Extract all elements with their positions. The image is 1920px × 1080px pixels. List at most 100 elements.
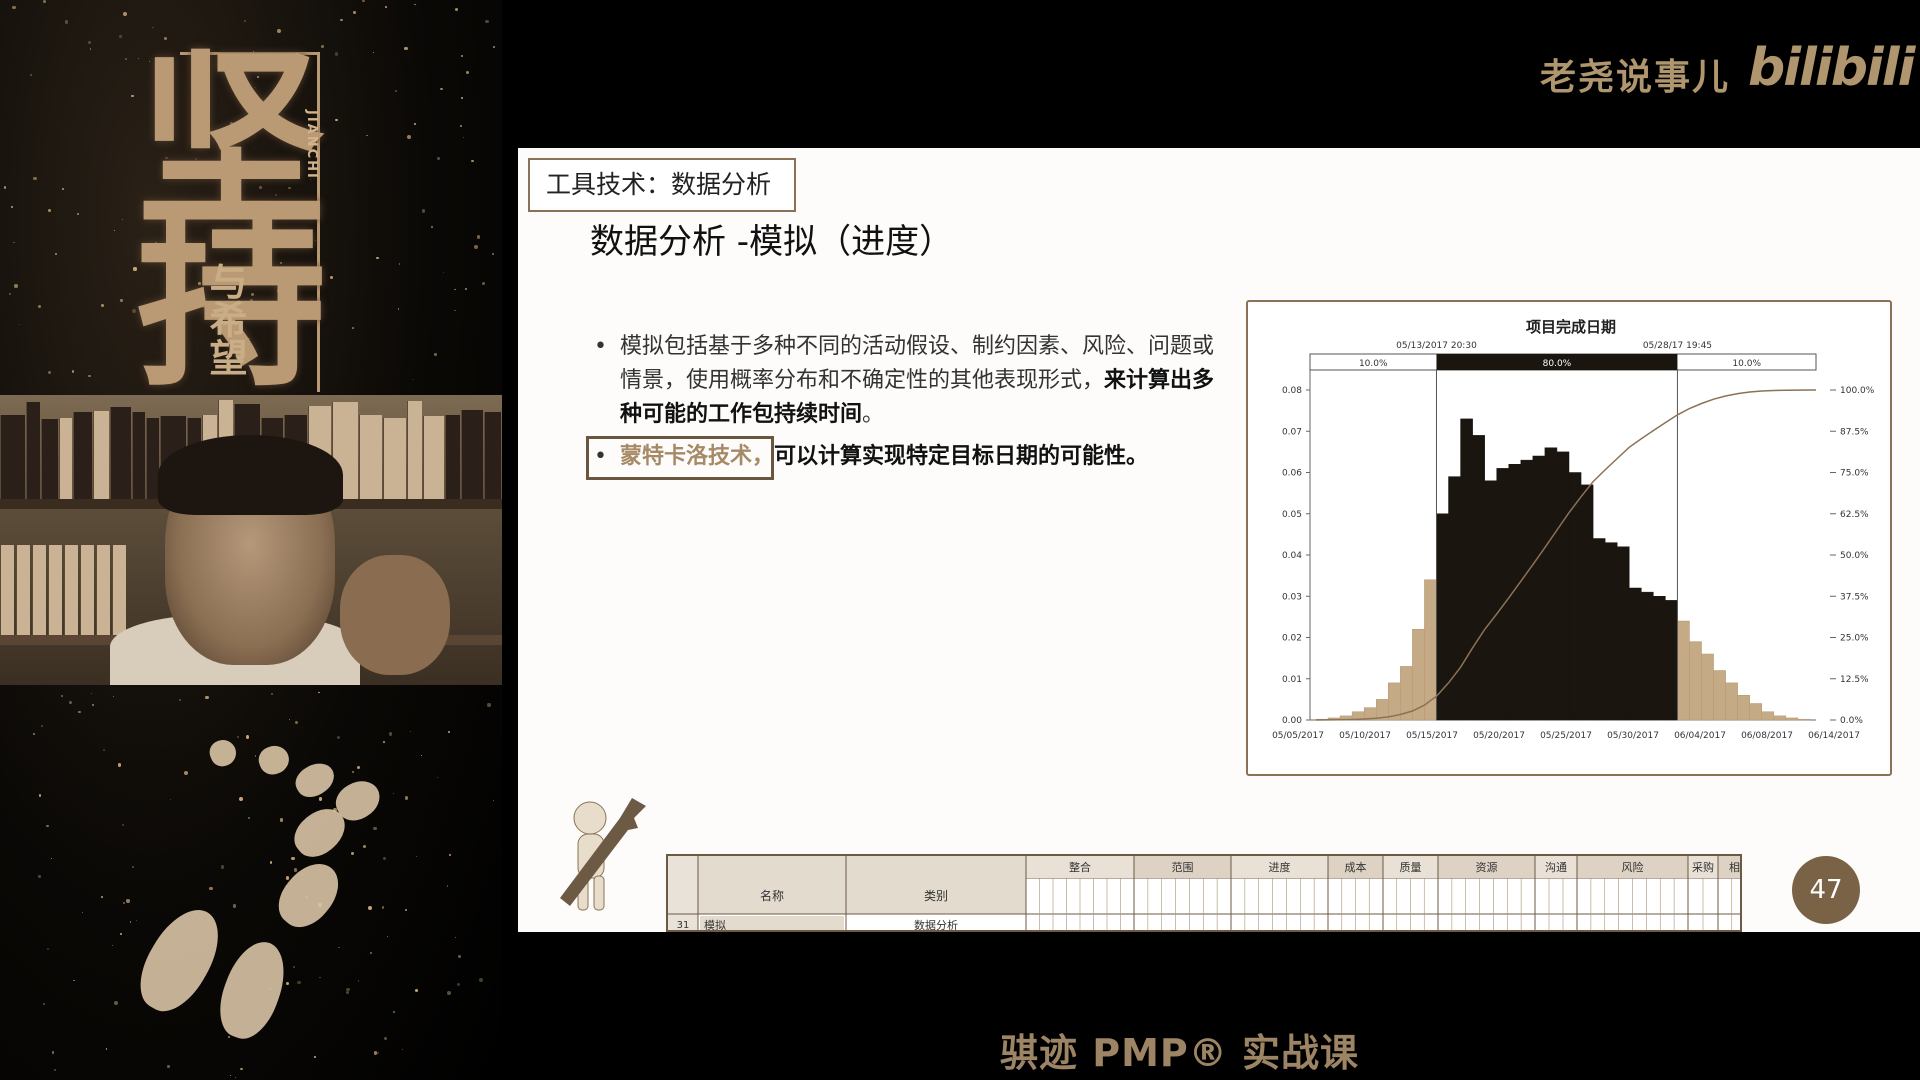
speck [102,748,105,751]
speck [357,980,360,982]
speck [290,856,295,861]
histogram-bar [1556,451,1570,721]
speck [62,188,64,190]
speck [393,1011,396,1014]
speck [385,6,387,8]
x-tick-label: 05/10/2017 [1339,731,1391,741]
histogram-bar [1424,579,1437,721]
book-spine [484,412,501,499]
book-spine [40,418,59,499]
speck [114,1001,119,1006]
speck [492,253,495,256]
speck [244,20,246,23]
band-label-left: 10.0% [1359,359,1388,369]
group-header: 资源 [1476,860,1498,874]
marker-right-label: 05/28/17 19:45 [1643,341,1712,351]
speck [51,857,53,859]
book-spine [96,545,110,635]
speck [453,288,456,291]
histogram-bar [1677,620,1690,721]
group-header: 质量 [1400,861,1422,874]
speck [38,304,42,308]
speck [277,29,282,34]
section-tag: 工具技术：数据分析 [528,158,796,212]
speck [407,135,412,140]
x-tick-label: 05/20/2017 [1473,731,1525,741]
marker-left-label: 05/13/2017 20:30 [1396,341,1477,351]
book-spine [72,411,93,499]
speck [126,899,130,903]
speck [443,271,445,273]
x-tick-label: 06/08/2017 [1741,731,1793,741]
slide-title: 数据分析 -模拟（进度） [590,222,954,262]
simulation-chart: 项目完成日期 0.00 0.01 0.02 0.03 0.04 0.05 0.06 0.07 0.… [1246,300,1892,776]
y-left-tick-label: 0.02 [1282,634,1302,644]
speck [398,262,401,265]
speck [46,947,49,951]
speck [123,11,128,16]
histogram-bar [1749,703,1763,721]
bullet-monte-carlo: • 蒙特卡洛技术，可以计算实现特定目标日期的可能性。 [586,436,1230,480]
book-spine [93,410,109,499]
x-tick-label: 05/05/2017 [1272,731,1324,741]
speck [234,1076,236,1078]
speck [88,374,91,377]
page-number: 47 [1792,856,1860,924]
channel-name: 老尧说事儿 [1540,57,1731,98]
histogram-bar [1773,715,1787,721]
speck [446,990,451,995]
y-left-tick-label: 0.08 [1282,386,1302,396]
speck [297,981,301,985]
speck [338,946,340,949]
speck [205,696,209,700]
histogram-bar [1532,455,1546,721]
speck [392,793,395,795]
speck [30,74,33,77]
book-spine [383,417,407,499]
speck [132,865,135,869]
speck [454,7,459,12]
group-header: 采购 [1692,860,1714,874]
speck [119,35,122,38]
speck [401,1048,403,1050]
speck [178,699,181,702]
speck [33,733,36,736]
book-spine [25,401,40,499]
speck [121,824,124,827]
y-left-tick-label: 0.03 [1282,592,1302,602]
speck [89,48,91,50]
histogram-bar [1496,468,1510,721]
speck [352,11,356,15]
histogram-bar [1592,538,1606,721]
speck [415,855,417,857]
speck [209,886,213,891]
speck [106,1048,108,1050]
y-left-tick-label: 0.05 [1282,510,1302,520]
speck [68,700,72,704]
speck [461,97,464,100]
bullet-dot-icon: • [594,334,607,359]
speck [111,944,114,946]
group-header: 沟通 [1545,861,1567,874]
histogram-bar [1448,476,1461,721]
speck [454,936,457,939]
speck [64,20,69,24]
group-header: 范围 [1172,860,1194,874]
speck [76,213,79,216]
highlight-box [586,436,774,480]
speck [431,226,434,229]
y-right-tick-label: 100.0% [1840,386,1875,396]
speck [47,208,51,212]
speck [377,1052,379,1054]
book-spine [0,545,14,635]
speck [254,755,257,757]
histogram-bar [1508,464,1522,721]
histogram-bar [1460,418,1473,721]
histogram-bar [1616,546,1630,721]
book-spine [358,415,383,499]
band-label-right: 10.0% [1732,359,1761,369]
y-right-tick-label: 62.5% [1840,510,1869,520]
book-spine [0,415,25,499]
book-spine [423,416,444,499]
speck [492,799,495,802]
